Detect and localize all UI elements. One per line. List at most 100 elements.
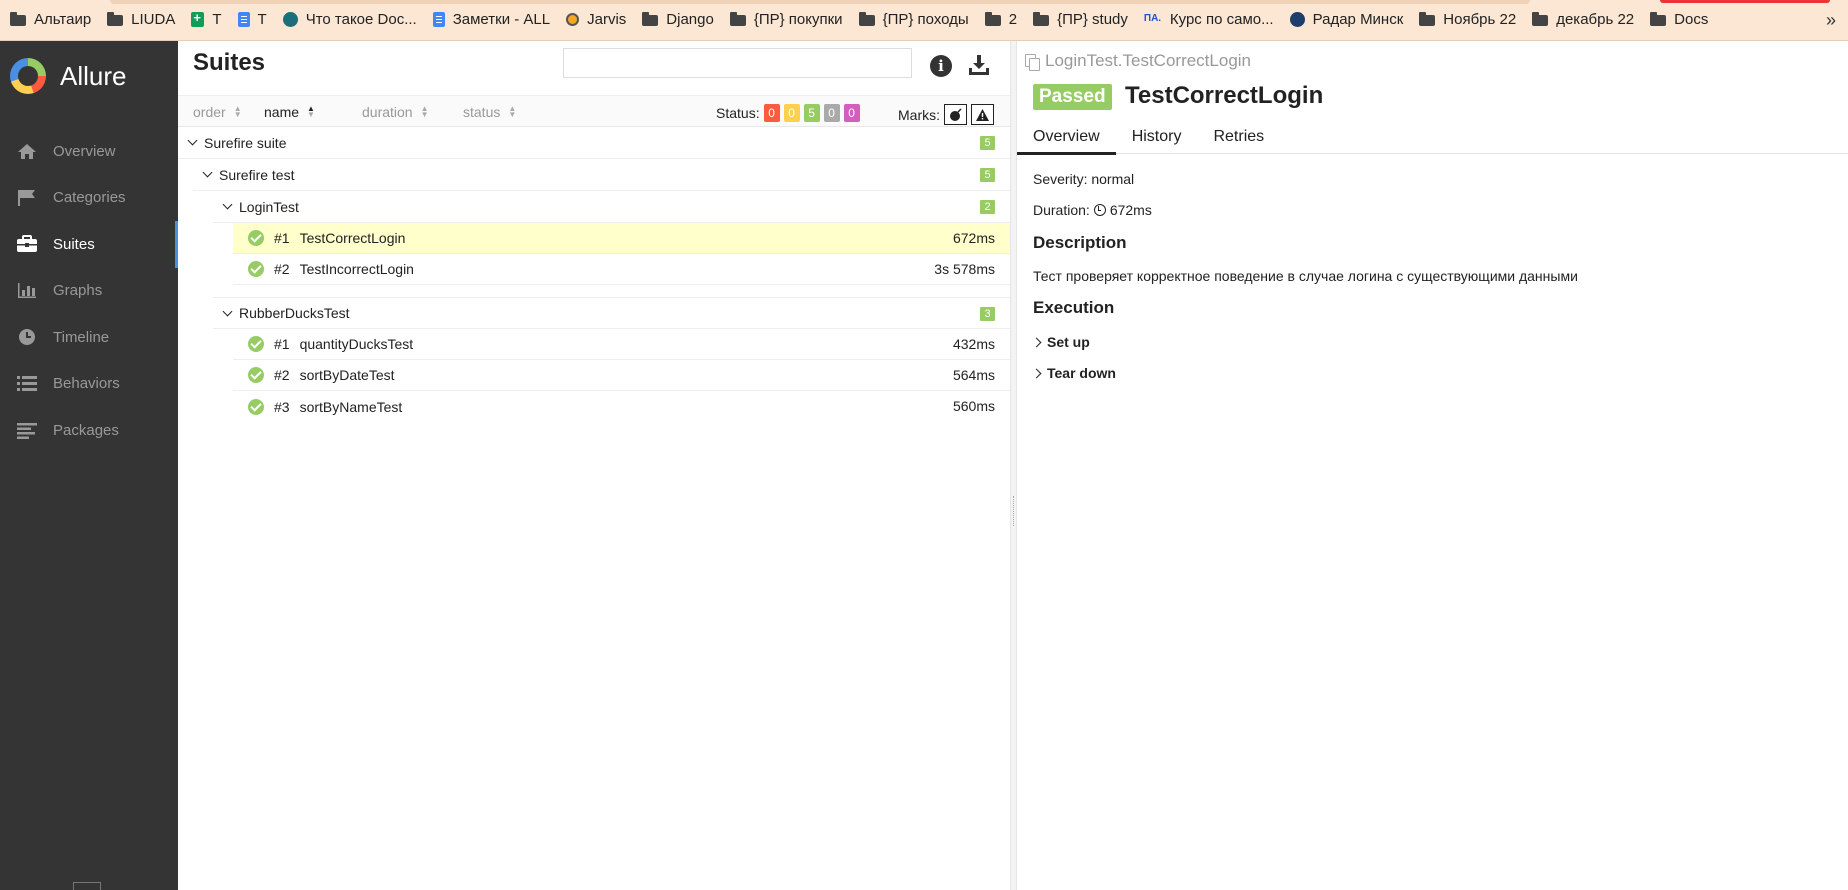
- status-filter-failed[interactable]: 0: [763, 104, 780, 122]
- sort-icon: ▲ ▼: [420, 104, 429, 119]
- clock-icon: [1093, 204, 1106, 216]
- sort-by-order[interactable]: order ▲ ▼: [193, 104, 242, 120]
- test-duration: 672ms: [952, 230, 995, 246]
- chevron-down-icon: [202, 167, 213, 178]
- status-filter-unknown[interactable]: 0: [843, 104, 860, 122]
- info-icon[interactable]: i: [930, 55, 952, 77]
- set-up-toggle[interactable]: Set up: [1031, 334, 1090, 350]
- test-name: TestCorrectLogin: [299, 230, 406, 246]
- sidebar-item-label: Categories: [53, 189, 126, 207]
- suites-tree: Surefire suite 5 Surefire test 5 LoginTe…: [178, 127, 1010, 422]
- folder-icon: [858, 12, 875, 26]
- sidebar-item-graphs[interactable]: Graphs: [0, 268, 178, 315]
- bookmarks-overflow-button[interactable]: »: [1826, 10, 1836, 31]
- tab-history[interactable]: History: [1116, 119, 1198, 154]
- sidebar-item-packages[interactable]: Packages: [0, 407, 178, 454]
- passed-check-icon: [248, 261, 264, 277]
- test-duration: 3s 578ms: [934, 261, 995, 277]
- suites-toolbar: order ▲ ▼ name ▲ ▼ duration ▲ ▼ status ▲ ▼ S…: [178, 95, 1010, 127]
- tree-node-class[interactable]: LoginTest 2: [213, 191, 1010, 223]
- sidebar-collapse-button[interactable]: [73, 882, 101, 890]
- warning-icon: [976, 108, 989, 121]
- flaky-mark-button[interactable]: [944, 104, 967, 125]
- sidebar-item-overview[interactable]: Overview: [0, 128, 178, 175]
- test-row[interactable]: #3 sortByNameTest 560ms: [233, 391, 1010, 422]
- folder-icon: [10, 12, 26, 26]
- test-row[interactable]: #1 TestCorrectLogin 672ms: [233, 223, 1010, 254]
- briefcase-icon: [16, 235, 38, 253]
- tab-indicator: [1660, 0, 1830, 3]
- clock-icon: [16, 328, 38, 346]
- globe-icon: [1289, 12, 1305, 27]
- pane-splitter[interactable]: [1010, 41, 1017, 890]
- brand[interactable]: Allure: [10, 58, 126, 94]
- jarvis-icon: [566, 13, 580, 26]
- sheets-icon: [191, 10, 205, 27]
- chevron-right-icon: [1031, 368, 1042, 378]
- flag-icon: [16, 189, 38, 207]
- bookmark-item[interactable]: {ПР} покупки: [729, 11, 843, 28]
- test-name: quantityDucksTest: [299, 336, 414, 352]
- bomb-icon: [949, 107, 962, 121]
- test-row[interactable]: #2 sortByDateTest 564ms: [233, 360, 1010, 391]
- new-failed-mark-button[interactable]: [971, 104, 994, 125]
- passed-check-icon: [248, 336, 264, 352]
- bookmark-item[interactable]: T: [237, 11, 267, 28]
- test-row[interactable]: #2 TestIncorrectLogin 3s 578ms: [233, 254, 1010, 285]
- bookmark-item[interactable]: Альтаир: [10, 11, 91, 28]
- align-left-icon: [16, 421, 38, 439]
- sidebar-item-label: Timeline: [53, 328, 110, 346]
- docs-icon: [432, 12, 445, 27]
- folder-icon: [1033, 12, 1050, 26]
- bookmark-item[interactable]: ПА. Курс по само...: [1144, 11, 1274, 28]
- bookmark-item[interactable]: Django: [642, 11, 714, 28]
- bookmark-item[interactable]: Что такое Doc...: [282, 11, 417, 28]
- status-filter-broken[interactable]: 0: [783, 104, 800, 122]
- bookmark-item[interactable]: 2: [984, 11, 1017, 28]
- test-row[interactable]: #1 quantityDucksTest 432ms: [233, 329, 1010, 360]
- bookmark-item[interactable]: Docs: [1650, 11, 1708, 28]
- bookmark-item[interactable]: {ПР} study: [1033, 11, 1128, 28]
- chevron-right-icon: [1031, 337, 1042, 347]
- bookmark-item[interactable]: Ноябрь 22: [1419, 11, 1516, 28]
- tear-down-toggle[interactable]: Tear down: [1031, 365, 1116, 381]
- tree-node-suite[interactable]: Surefire suite 5: [178, 127, 1010, 159]
- bookmark-item[interactable]: Заметки - ALL: [432, 11, 550, 28]
- tab-overview[interactable]: Overview: [1017, 119, 1116, 155]
- bookmark-item[interactable]: Jarvis: [566, 11, 626, 28]
- bookmark-item[interactable]: {ПР} походы: [858, 11, 969, 28]
- status-filter-skipped[interactable]: 0: [823, 104, 840, 122]
- folder-icon: [1532, 12, 1549, 26]
- bookmark-item[interactable]: Радар Минск: [1289, 11, 1403, 28]
- folder-icon: [1419, 12, 1436, 26]
- sidebar-item-behaviors[interactable]: Behaviors: [0, 361, 178, 408]
- bookmark-item[interactable]: LIUDA: [107, 11, 175, 28]
- passed-check-icon: [248, 398, 264, 415]
- passed-check-icon: [248, 230, 264, 246]
- chevron-down-icon: [187, 135, 198, 146]
- detail-tabs: Overview History Retries: [1017, 119, 1848, 155]
- sort-by-status[interactable]: status ▲ ▼: [463, 104, 516, 120]
- bookmark-item[interactable]: декабрь 22: [1532, 11, 1634, 28]
- search-input[interactable]: [563, 48, 912, 78]
- list-icon: [16, 375, 38, 393]
- test-title: TestCorrectLogin: [1125, 82, 1324, 109]
- status-filter-passed[interactable]: 5: [803, 104, 820, 122]
- copy-icon[interactable]: [1025, 53, 1040, 71]
- tree-node-class[interactable]: RubberDucksTest 3: [213, 297, 1010, 329]
- sort-by-name[interactable]: name ▲ ▼: [264, 104, 315, 120]
- sidebar-item-suites[interactable]: Suites: [0, 221, 178, 268]
- suites-pane: Suites i order ▲ ▼ name ▲ ▼ duration ▲ ▼ st…: [178, 41, 1010, 890]
- sidebar-item-label: Packages: [53, 421, 119, 439]
- page-title: Suites: [193, 49, 266, 76]
- sort-by-duration[interactable]: duration ▲ ▼: [362, 104, 429, 120]
- docs-icon: [237, 12, 250, 27]
- tab-strip-edge: [110, 0, 1530, 4]
- sidebar-item-timeline[interactable]: Timeline: [0, 314, 178, 361]
- count-badge: 5: [980, 168, 995, 182]
- bookmark-item[interactable]: T: [191, 10, 222, 28]
- download-icon[interactable]: [967, 53, 991, 77]
- tree-node-test[interactable]: Surefire test 5: [193, 159, 1010, 191]
- sidebar-item-categories[interactable]: Categories: [0, 175, 178, 222]
- tab-retries[interactable]: Retries: [1197, 119, 1280, 154]
